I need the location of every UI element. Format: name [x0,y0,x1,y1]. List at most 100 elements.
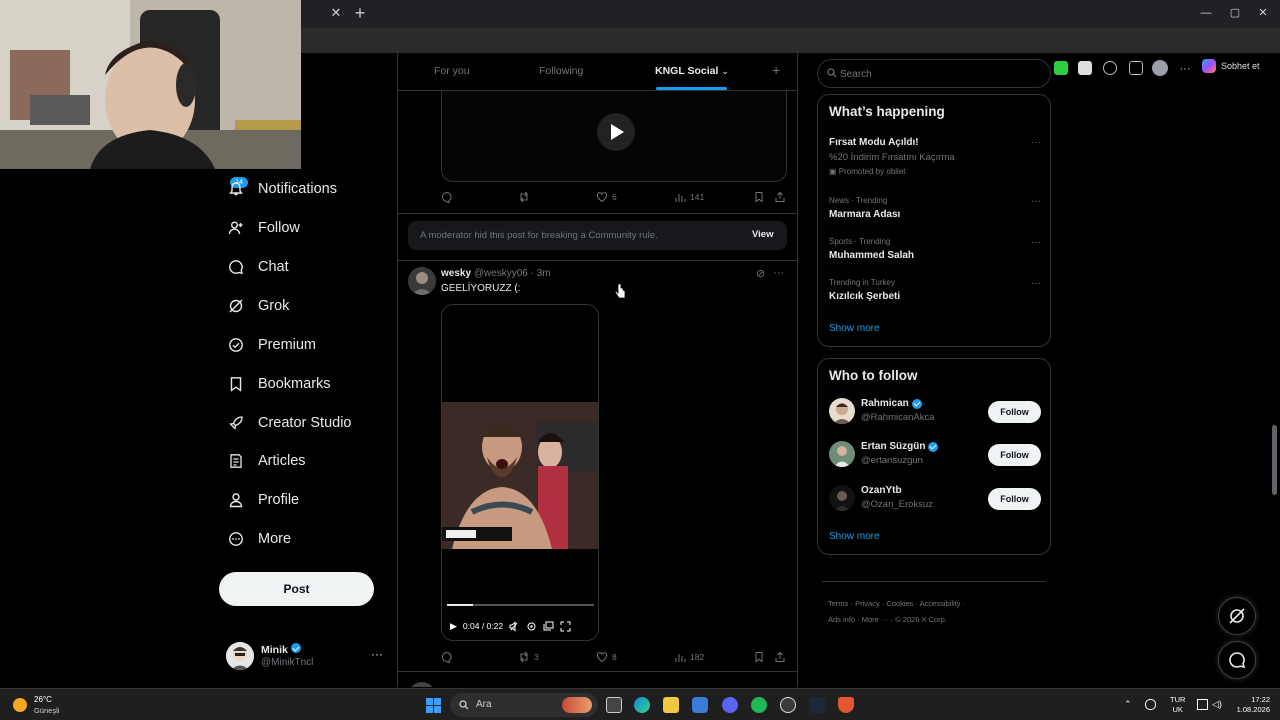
follow-suggestion[interactable]: Rahmican @RahmicanAkca Follow [829,396,1041,426]
chevron-up-icon[interactable]: ⌃ [1124,699,1135,710]
show-more-follow-link[interactable]: Show more [829,531,880,542]
window-close-icon[interactable]: ✕ [1256,6,1270,20]
trend-item[interactable]: News · Trending Marmara Adası ··· [829,196,1041,220]
search-box[interactable] [817,59,1051,88]
discord-icon[interactable] [722,697,738,713]
app-icon[interactable] [692,697,708,713]
browser-profile-avatar[interactable] [1152,60,1168,76]
tab-kngl-social[interactable]: KNGL Social ⌄ [655,65,729,77]
post-button[interactable]: Post [219,572,374,606]
trend-item[interactable]: Trending in Turkey Kızılcık Şerbeti ··· [829,278,1041,302]
extensions-icon[interactable] [1103,61,1117,75]
account-more-icon[interactable]: ··· [371,647,383,661]
trend-more-icon[interactable]: ··· [1031,137,1041,148]
view-hidden-post-button[interactable]: View [752,229,773,240]
add-tab-icon[interactable]: + [772,62,780,78]
avatar[interactable] [408,682,436,687]
nav-item-chat[interactable]: Chat [228,255,289,279]
task-view-icon[interactable] [606,697,622,713]
weather-description[interactable]: Güneşli [34,706,59,715]
browser-menu-icon[interactable]: ··· [1178,62,1192,76]
bookmark-button[interactable] [753,191,765,203]
footer-line-2[interactable]: Ads info · More ··· · © 2026 X Corp. [828,612,1038,628]
share-button[interactable] [774,191,786,203]
nav-item-notifications[interactable]: Notifications [228,177,337,201]
tab-for-you[interactable]: For you [434,65,470,77]
post-video[interactable]: ▶ 0:04 / 0:22 [441,304,599,641]
previous-post-video[interactable] [441,91,787,182]
windows-start-icon[interactable] [426,698,441,713]
follow-button[interactable]: Follow [988,444,1041,466]
account-switcher[interactable]: Minik @MinikTncl ··· [226,641,386,671]
extension-shield-icon[interactable] [1078,61,1092,75]
tab-close-icon[interactable]: ✕ [328,5,344,21]
views-button[interactable]: 141 [674,191,704,203]
play-icon[interactable]: ▶ [450,621,457,632]
nav-item-grok[interactable]: Grok [228,294,289,318]
brave-icon[interactable] [838,697,854,713]
show-more-trends-link[interactable]: Show more [829,323,880,334]
edge-browser-icon[interactable] [634,697,650,713]
avatar[interactable] [408,267,436,295]
nav-item-premium[interactable]: Premium [228,333,316,357]
settings-icon[interactable] [526,621,537,632]
trend-more-icon[interactable]: ··· [1031,196,1041,207]
steam-icon[interactable] [809,697,825,713]
repost-button[interactable] [518,191,530,203]
follow-button[interactable]: Follow [988,401,1041,423]
views-button[interactable]: 182 [674,651,704,663]
app-icon[interactable] [780,697,796,713]
extension-green-icon[interactable] [1054,61,1068,75]
reply-button[interactable] [441,191,453,203]
taskbar-search[interactable]: Ara [450,693,598,717]
trend-item[interactable]: Sports · Trending Muhammed Salah ··· [829,237,1041,261]
sun-icon[interactable] [13,698,27,712]
tab-following[interactable]: Following [539,65,583,77]
grok-floating-button[interactable] [1218,597,1256,635]
new-tab-button[interactable]: + [351,4,369,22]
follow-suggestion[interactable]: Ertan Süzgün @ertansuzgun Follow [829,439,1041,469]
nav-item-follow[interactable]: Follow [228,216,300,240]
nav-item-bookmarks[interactable]: Bookmarks [228,372,331,396]
file-explorer-icon[interactable] [663,697,679,713]
spotify-icon[interactable] [751,697,767,713]
repost-button[interactable]: 3 [518,651,539,663]
fullscreen-icon[interactable] [560,621,571,632]
microphone-icon[interactable] [1145,699,1156,710]
bookmark-button[interactable] [753,651,765,663]
language-indicator[interactable]: TUR UK [1170,695,1185,715]
post-more-icon[interactable]: ··· [773,267,784,280]
weather-temperature[interactable]: 26°C [34,695,52,704]
search-input[interactable] [840,66,1040,82]
minimize-icon[interactable]: — [1199,6,1213,20]
mute-icon[interactable] [509,620,520,632]
clock[interactable]: 17:22 1.08.2026 [1232,695,1270,715]
follow-suggestion[interactable]: OzanYtb @Ozan_Eroksuz Follow [829,483,1041,513]
trend-item[interactable]: Fırsat Modu Açıldı! %20 İndirim Fırsatın… [829,137,1041,176]
reply-button[interactable] [441,651,453,663]
grok-icon[interactable]: ⊘ [756,267,765,280]
nav-item-profile[interactable]: Profile [228,488,299,512]
video-progress-bar[interactable] [447,604,594,606]
chat-floating-button[interactable] [1218,641,1256,679]
network-icon[interactable] [1197,699,1208,710]
trend-more-icon[interactable]: ··· [1031,278,1041,289]
post-timestamp[interactable]: 3m [537,268,551,279]
post-author-handle[interactable]: @weskyy06 [474,268,528,279]
like-button[interactable]: 8 [596,651,617,663]
maximize-icon[interactable]: ▢ [1228,6,1242,20]
share-button[interactable] [774,651,786,663]
trend-more-icon[interactable]: ··· [1031,237,1041,248]
copilot-button[interactable]: Sobhet et [1202,59,1260,73]
footer-line-1[interactable]: Terms · Privacy · Cookies · Accessibilit… [828,596,1038,612]
post-author-name[interactable]: wesky [441,268,471,279]
scrollbar-thumb[interactable] [1272,425,1277,495]
volume-icon[interactable]: ◁) [1212,699,1223,710]
follow-button[interactable]: Follow [988,488,1041,510]
nav-item-articles[interactable]: Articles [228,449,306,473]
page-scrollbar[interactable] [1269,53,1280,687]
nav-item-creator-studio[interactable]: Creator Studio [228,411,352,435]
collections-icon[interactable] [1129,61,1143,75]
pip-icon[interactable] [543,621,554,632]
like-button[interactable]: 6 [596,191,617,203]
